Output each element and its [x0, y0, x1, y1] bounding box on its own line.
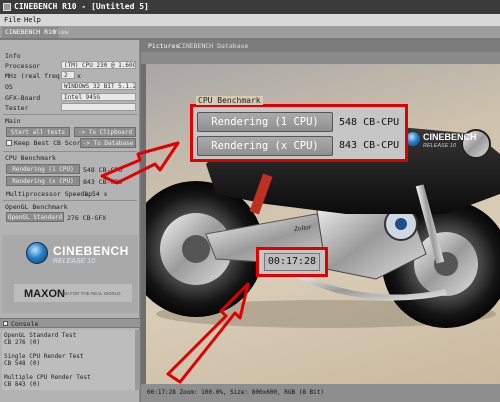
arrow-to-cpu-callout [100, 141, 180, 185]
annotation-arrows [100, 141, 250, 384]
arrow-to-timer-callout [166, 282, 250, 384]
